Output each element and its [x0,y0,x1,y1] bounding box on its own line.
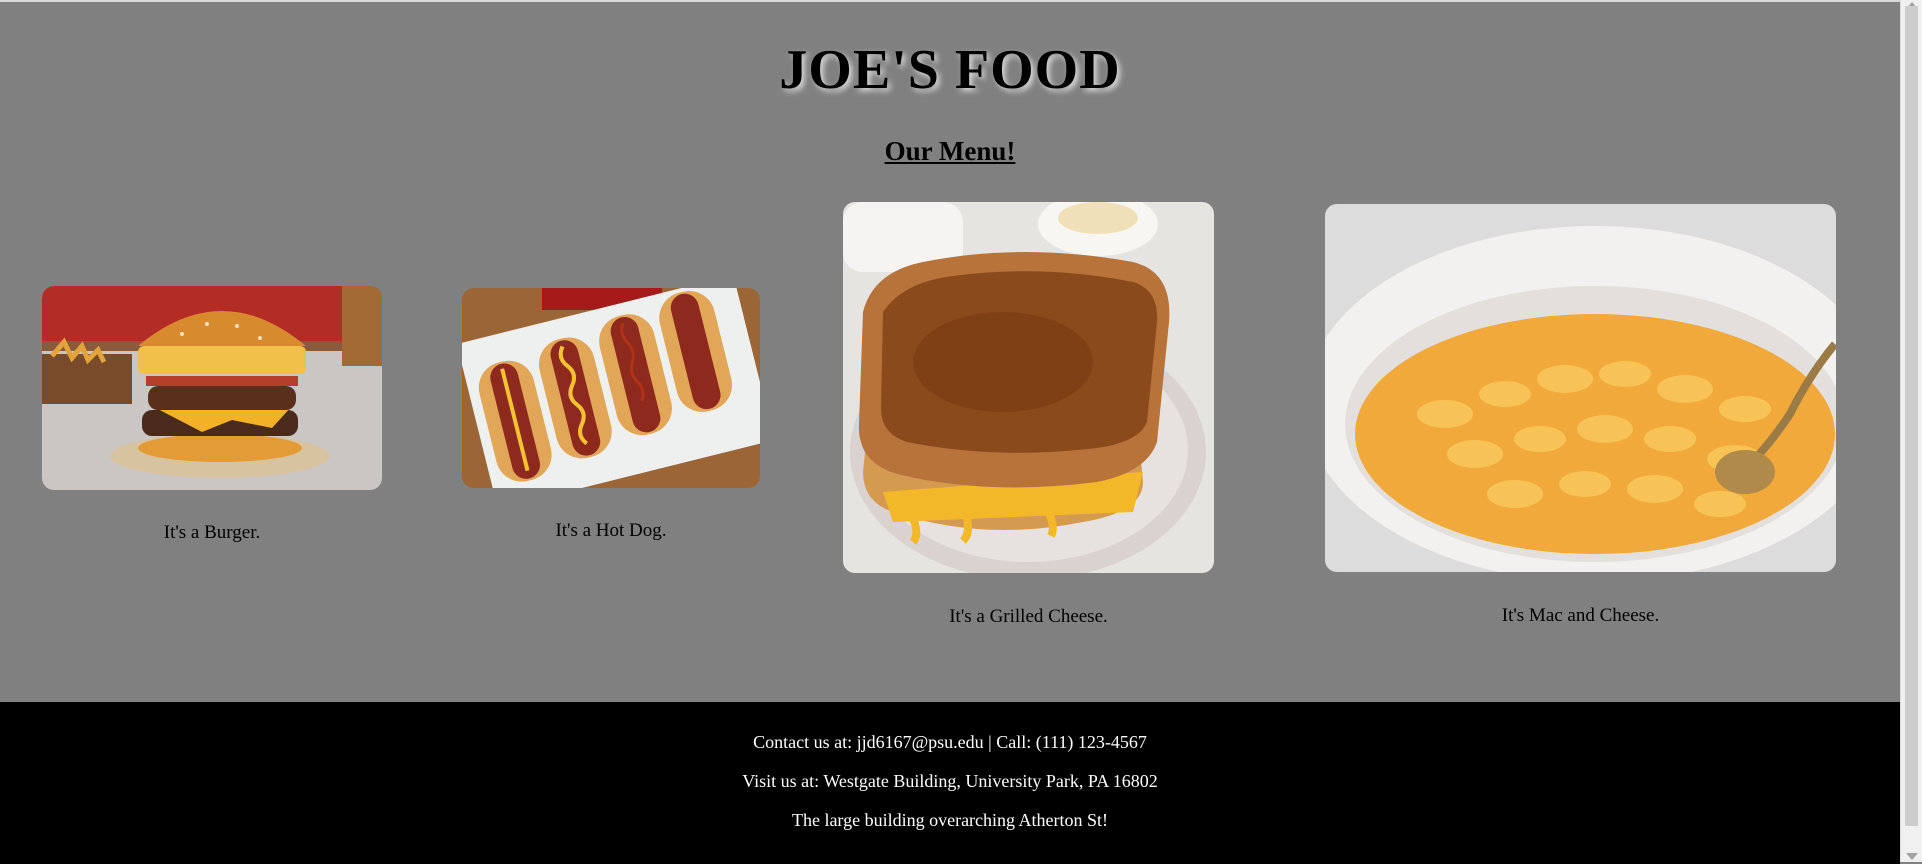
menu-item-caption: It's a Grilled Cheese. [949,606,1108,627]
mac-and-cheese-image [1325,204,1836,572]
menu-item-caption: It's a Hot Dog. [555,520,667,541]
contact-info: Contact us at: jjd6167@psu.edu | Call: (… [753,732,1147,752]
address-info: Visit us at: Westgate Building, Universi… [742,771,1158,791]
scroll-down-arrow-icon[interactable] [1906,853,1918,860]
hot-dog-image [462,288,760,488]
footer: Contact us at: jjd6167@psu.edu | Call: (… [0,702,1900,864]
menu-heading: Our Menu! [884,136,1016,166]
menu-item-caption: It's a Burger. [163,522,261,543]
menu-item-caption: It's Mac and Cheese. [1501,605,1660,626]
page: JOE'S FOOD Our Menu! It's a Burger. It's… [0,0,1900,864]
vertical-scrollbar[interactable] [1900,0,1922,862]
page-title: JOE'S FOOD [779,39,1121,101]
grilled-cheese-image [843,202,1214,573]
scrollbar-thumb[interactable] [1905,6,1918,826]
burger-image [42,286,382,490]
building-note: The large building overarching Atherton … [791,810,1109,830]
